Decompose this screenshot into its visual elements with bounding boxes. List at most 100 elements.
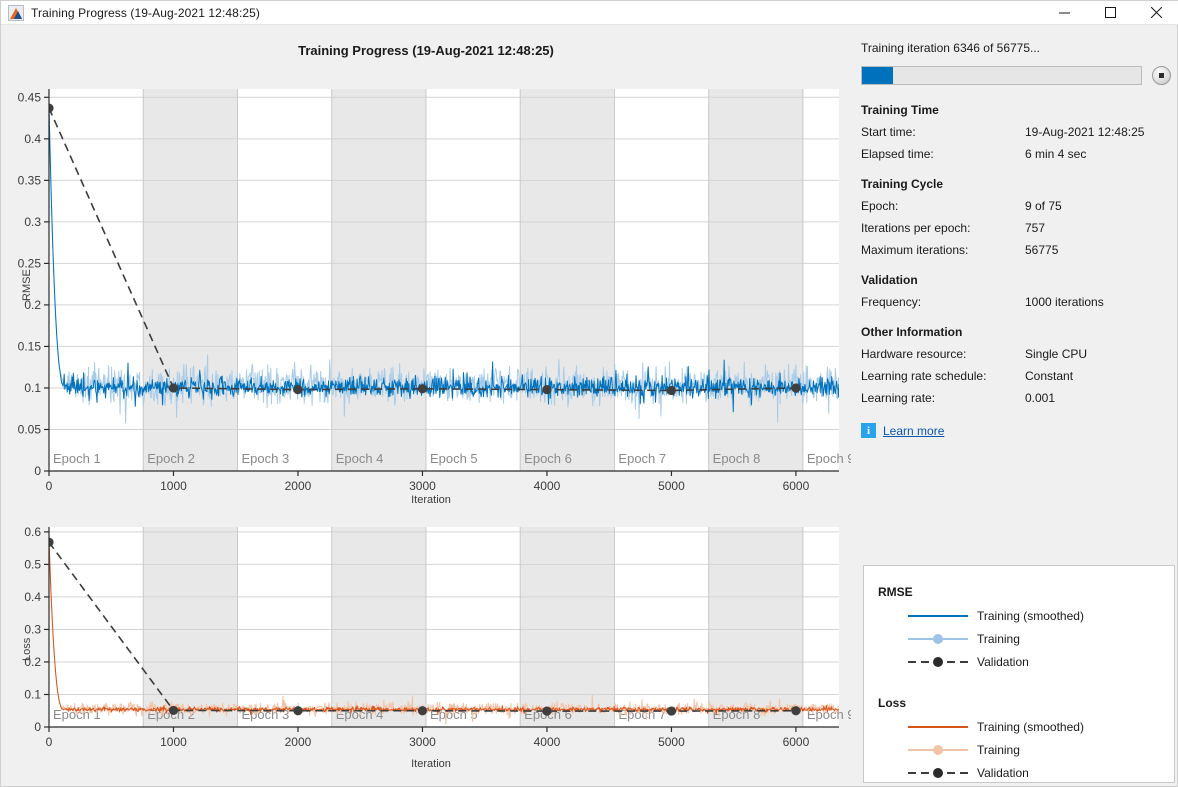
svg-text:0.05: 0.05	[18, 422, 42, 436]
rmse-plot-svg: Epoch 1 Epoch 2 Epoch 3 Epoch 4 Epoch 5 Epoch…	[18, 89, 851, 493]
svg-text:1000: 1000	[160, 479, 187, 493]
svg-text:0.6: 0.6	[24, 525, 41, 539]
title-bar: Training Progress (19-Aug-2021 12:48:25)	[1, 1, 1178, 25]
info-row-value: 9 of 75	[1025, 199, 1062, 213]
rmse-chart: Epoch 1 Epoch 2 Epoch 3 Epoch 4 Epoch 5 Epoch…	[1, 81, 851, 501]
svg-text:RMSE: RMSE	[878, 585, 913, 599]
rmse-x-axis-label: Iteration	[411, 494, 451, 506]
training-status-text: Training iteration 6346 of 56775...	[861, 41, 1041, 55]
info-row: Hardware resource: Single CPU	[861, 346, 1171, 362]
svg-text:Training: Training	[977, 632, 1020, 646]
legend-box: RMSE Training (smoothed) Training Validatio…	[863, 565, 1175, 783]
learn-more-link[interactable]: Learn more	[883, 424, 944, 438]
section-heading: Training Cycle	[861, 177, 944, 191]
info-row-value: Single CPU	[1025, 347, 1088, 361]
svg-text:Validation: Validation	[977, 766, 1029, 780]
svg-text:Epoch 7: Epoch 7	[618, 451, 666, 466]
info-row: Learning rate schedule: Constant	[861, 368, 1171, 384]
svg-text:4000: 4000	[534, 479, 561, 493]
svg-text:0.45: 0.45	[18, 90, 42, 104]
info-row-value: Constant	[1025, 369, 1074, 383]
svg-text:0: 0	[46, 479, 53, 493]
close-button[interactable]	[1133, 1, 1178, 25]
svg-text:Epoch 6: Epoch 6	[524, 451, 572, 466]
stop-icon	[1159, 73, 1164, 78]
info-row-value: 6 min 4 sec	[1025, 147, 1087, 161]
training-progress-window: Training Progress (19-Aug-2021 12:48:25)…	[0, 0, 1178, 787]
svg-text:0: 0	[46, 735, 53, 749]
svg-text:3000: 3000	[409, 735, 436, 749]
info-row: Learning rate: 0.001	[861, 390, 1171, 406]
svg-text:Epoch 1: Epoch 1	[53, 451, 101, 466]
info-row-key: Learning rate schedule:	[861, 369, 987, 383]
svg-text:5000: 5000	[658, 479, 685, 493]
svg-text:Epoch 3: Epoch 3	[241, 451, 289, 466]
info-row: Frequency: 1000 iterations	[861, 294, 1171, 310]
svg-text:2000: 2000	[285, 735, 312, 749]
svg-text:0: 0	[34, 720, 41, 734]
svg-text:0.3: 0.3	[24, 215, 41, 229]
loss-x-axis-label: Iteration	[411, 758, 451, 770]
info-row: Epoch: 9 of 75	[861, 198, 1171, 214]
minimize-button[interactable]	[1041, 1, 1087, 25]
window-controls	[1041, 1, 1178, 25]
svg-text:0.3: 0.3	[24, 622, 41, 636]
info-panel: Training iteration 6346 of 56775... Trai…	[861, 41, 1171, 438]
svg-text:0.15: 0.15	[18, 339, 42, 353]
svg-text:3000: 3000	[409, 479, 436, 493]
info-row-key: Elapsed time:	[861, 147, 934, 161]
matlab-icon	[8, 4, 24, 21]
section-heading: Training Time	[861, 103, 939, 117]
info-row-key: Hardware resource:	[861, 347, 967, 361]
learn-more-row[interactable]: i Learn more	[861, 423, 1171, 438]
info-row-key: Frequency:	[861, 295, 922, 309]
legend-svg: RMSE Training (smoothed) Training Validatio…	[878, 585, 1084, 780]
training-progress-bar	[861, 66, 1142, 85]
svg-text:Epoch 2: Epoch 2	[147, 451, 195, 466]
info-row-value: 0.001	[1025, 391, 1056, 405]
svg-text:2000: 2000	[285, 479, 312, 493]
info-row-key: Epoch:	[861, 199, 899, 213]
info-row-key: Learning rate:	[861, 391, 936, 405]
svg-text:1000: 1000	[160, 735, 187, 749]
info-row-value: 19-Aug-2021 12:48:25	[1025, 125, 1145, 139]
svg-text:Training: Training	[977, 743, 1020, 757]
info-icon: i	[861, 423, 876, 438]
info-row-value: 1000 iterations	[1025, 295, 1104, 309]
svg-text:Training (smoothed): Training (smoothed)	[977, 609, 1084, 623]
svg-text:0.1: 0.1	[24, 687, 41, 701]
loss-plot-svg: Epoch 1 Epoch 2 Epoch 3 Epoch 4 Epoch 5 Epoch…	[24, 525, 851, 749]
svg-text:0.4: 0.4	[24, 590, 41, 604]
info-row-key: Maximum iterations:	[861, 243, 969, 257]
svg-text:0.4: 0.4	[24, 132, 41, 146]
info-row: Start time: 19-Aug-2021 12:48:25	[861, 124, 1171, 140]
info-row-value: 56775	[1025, 243, 1059, 257]
svg-text:Loss: Loss	[878, 696, 906, 710]
section-heading: Other Information	[861, 325, 963, 339]
svg-text:Epoch 4: Epoch 4	[336, 451, 384, 466]
rmse-y-axis-label: RMSE	[21, 269, 33, 301]
svg-text:6000: 6000	[783, 479, 810, 493]
svg-text:0: 0	[34, 464, 41, 478]
svg-text:0.1: 0.1	[24, 381, 41, 395]
info-row: Iterations per epoch: 757	[861, 220, 1171, 236]
loss-chart: Epoch 1 Epoch 2 Epoch 3 Epoch 4 Epoch 5 Epoch…	[1, 519, 851, 754]
loss-y-axis-label: Loss	[21, 637, 33, 661]
info-row-value: 757	[1025, 221, 1046, 235]
page-title: Training Progress (19-Aug-2021 12:48:25)	[298, 43, 554, 58]
info-row: Elapsed time: 6 min 4 sec	[861, 146, 1171, 162]
progress-row	[861, 66, 1171, 85]
svg-text:Epoch 8: Epoch 8	[713, 451, 761, 466]
svg-text:Epoch 5: Epoch 5	[430, 451, 478, 466]
svg-text:5000: 5000	[658, 735, 685, 749]
info-row-key: Start time:	[861, 125, 916, 139]
info-row: Maximum iterations: 56775	[861, 242, 1171, 258]
stop-training-button[interactable]	[1152, 66, 1171, 85]
window-title: Training Progress (19-Aug-2021 12:48:25)	[31, 5, 261, 20]
svg-text:Validation: Validation	[977, 655, 1029, 669]
svg-text:Training (smoothed): Training (smoothed)	[977, 720, 1084, 734]
maximize-button[interactable]	[1087, 1, 1133, 25]
svg-text:0.5: 0.5	[24, 557, 41, 571]
svg-text:0.35: 0.35	[18, 173, 42, 187]
svg-text:6000: 6000	[783, 735, 810, 749]
